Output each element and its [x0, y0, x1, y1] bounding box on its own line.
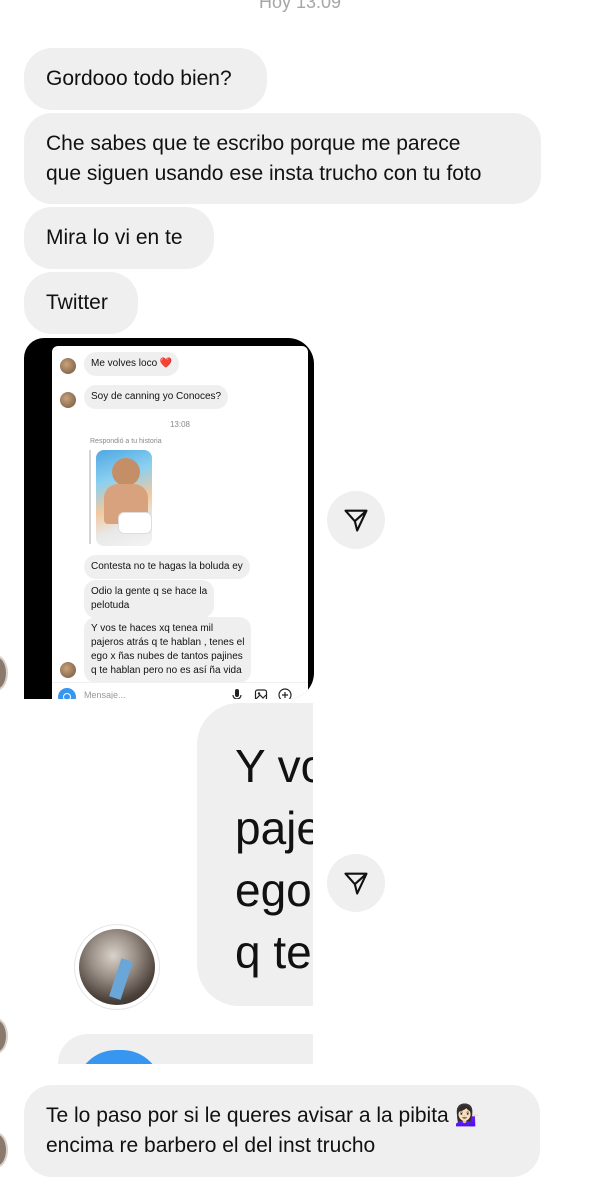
zoomed-text: paje [235, 802, 313, 854]
chat-timestamp: Hoy 13:09 [258, 0, 342, 12]
avatar [0, 655, 8, 691]
camera-icon [58, 688, 76, 699]
avatar [0, 1132, 8, 1168]
message-bubble[interactable]: Che sabes que te escribo porque me parec… [24, 113, 541, 204]
share-button[interactable] [327, 854, 385, 912]
shared-screenshot-image[interactable]: Y vo paje ego q te [197, 703, 313, 1006]
zoomed-text: Y vo [235, 740, 313, 792]
message-bubble: Contesta no te hagas la boluda ey [84, 555, 250, 579]
message-bubble[interactable]: Twitter [24, 272, 138, 334]
message-text: encima re barbero el del inst trucho [46, 1134, 376, 1157]
shared-screenshot-image[interactable] [58, 1034, 313, 1064]
paper-plane-icon [344, 509, 368, 532]
screenshot-content: Me volves loco ❤️ Soy de canning yo Cono… [52, 346, 308, 699]
message-text: que siguen usando ese insta trucho con t… [46, 162, 482, 185]
message-input-bar: Mensaje... [52, 682, 308, 699]
zoomed-text: q te [235, 926, 312, 978]
avatar [60, 392, 76, 408]
message-text: Twitter [46, 291, 108, 314]
camera-icon [76, 1050, 162, 1064]
message-input-placeholder: Mensaje... [84, 690, 126, 699]
plus-circle-icon [278, 688, 292, 699]
avatar [0, 1018, 8, 1054]
message-bubble[interactable]: Mira lo vi en te [24, 207, 214, 269]
story-reply-label: Respondió a tu historia [90, 438, 162, 445]
gallery-icon [254, 689, 268, 699]
avatar [60, 358, 76, 374]
reply-bar [89, 450, 91, 544]
message-bubble: Y vos te haces xq tenea mil pajeros atrá… [84, 617, 252, 683]
message-bubble[interactable]: Te lo paso por si le queres avisar a la … [24, 1085, 540, 1177]
paper-plane-icon [344, 872, 368, 895]
zoomed-text: ego [235, 864, 312, 916]
message-bubble[interactable]: Gordooo todo bien? [24, 48, 267, 110]
shared-screenshot-image[interactable]: Me volves loco ❤️ Soy de canning yo Cono… [24, 338, 314, 699]
chat-timestamp: 13:08 [169, 420, 191, 429]
message-bubble: Odio la gente q se hace la pelotuda [84, 580, 215, 618]
message-text: Gordooo todo bien? [46, 67, 232, 90]
message-text: Che sabes que te escribo porque me parec… [46, 132, 461, 155]
message-bubble: Soy de canning yo Conoces? [84, 385, 229, 409]
microphone-icon [232, 689, 242, 699]
message-bubble: Me volves loco ❤️ [84, 352, 180, 376]
avatar [74, 924, 160, 1010]
share-button[interactable] [327, 491, 385, 549]
avatar [60, 662, 76, 678]
message-text: Mira lo vi en te [46, 226, 183, 249]
message-text: Te lo paso por si le queres avisar a la … [46, 1104, 481, 1127]
story-photo [96, 450, 152, 546]
